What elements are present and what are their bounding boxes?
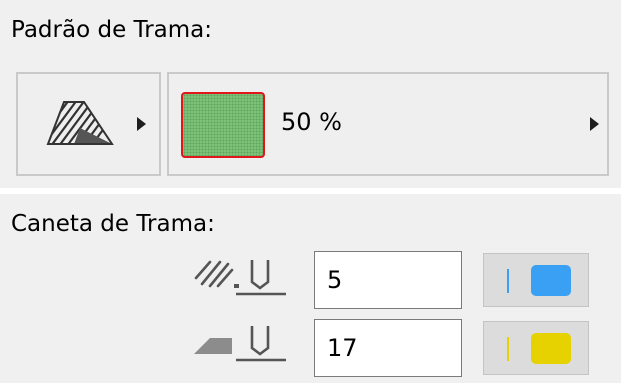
background-pen-color-bar <box>507 337 509 361</box>
triangle-right-icon <box>590 117 599 131</box>
fill-pen-label: Caneta de Trama: <box>11 211 215 237</box>
background-pen-input[interactable] <box>314 319 462 377</box>
hatch-pen-color-bar <box>507 269 509 293</box>
triangle-right-icon <box>137 117 146 131</box>
fill-color-selector-button[interactable]: 50 % <box>167 72 609 176</box>
hatch-pen-color-button[interactable] <box>483 253 589 307</box>
pattern-selector-button[interactable] <box>16 72 161 176</box>
fill-percent-text: 50 % <box>281 108 342 136</box>
hatch-lines-pen-icon <box>194 260 286 296</box>
hatch-pen-input[interactable] <box>314 251 462 309</box>
fill-color-swatch <box>181 92 265 158</box>
solid-background-pen-icon <box>194 326 286 362</box>
fill-pattern-label: Padrão de Trama: <box>11 17 212 43</box>
hatch-pen-color-chip <box>531 265 571 296</box>
background-pen-color-button[interactable] <box>483 321 589 375</box>
hatch-pattern-icon <box>46 101 114 145</box>
background-pen-color-chip <box>531 333 571 364</box>
